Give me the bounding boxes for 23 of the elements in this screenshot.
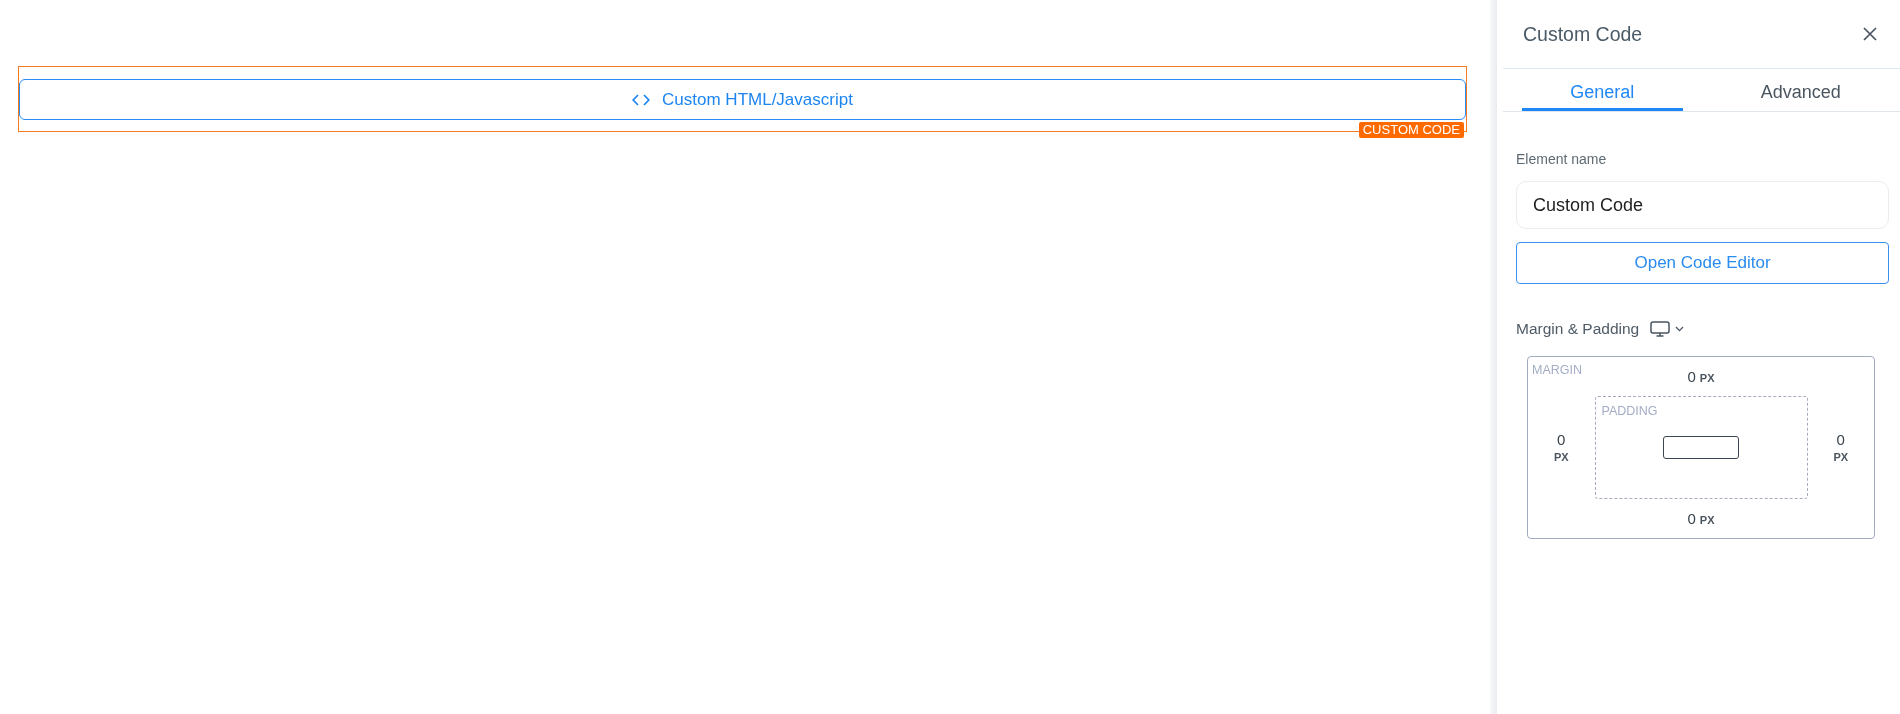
element-type-badge: CUSTOM CODE [1358, 122, 1464, 138]
unit-label: PX [1699, 513, 1715, 527]
margin-value[interactable]: 0 [1687, 368, 1696, 385]
unit-label: PX [1553, 450, 1569, 464]
tab[interactable]: General [1522, 69, 1683, 111]
padding-label: PADDING [1601, 404, 1658, 419]
code-icon [632, 93, 651, 106]
margin-label: MARGIN [1532, 363, 1582, 378]
unit-label: PX [1699, 371, 1715, 385]
section-label: Margin & Padding [1516, 320, 1640, 338]
open-code-editor-button[interactable]: Open Code Editor [1516, 242, 1889, 284]
element-name-field[interactable]: Custom Code [1516, 181, 1889, 229]
margin-value[interactable]: 0 [1687, 510, 1696, 527]
monitor-icon[interactable] [1650, 321, 1671, 337]
margin-value[interactable]: 0 [1557, 431, 1566, 448]
field-label: Element name [1516, 150, 1607, 169]
close-icon[interactable] [1863, 27, 1877, 41]
chevron-down-icon[interactable] [1675, 326, 1685, 332]
tab[interactable]: Advanced [1720, 69, 1881, 111]
unit-label: PX [1833, 450, 1849, 464]
custom-code-element[interactable]: Custom HTML/Javascript [19, 79, 1466, 120]
panel-title: Custom Code [1523, 22, 1643, 46]
margin-value[interactable]: 0 [1836, 431, 1845, 448]
